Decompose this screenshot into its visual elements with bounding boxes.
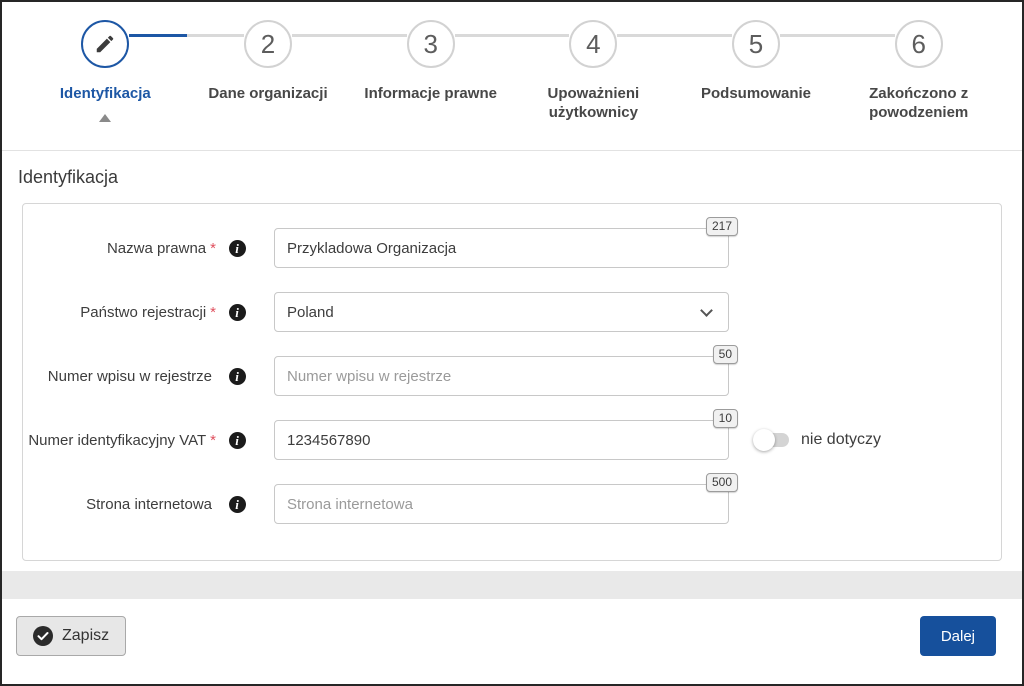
step-label: Zakończono z powodzeniem [869, 85, 969, 121]
step-connector [512, 34, 570, 37]
step-circle-5[interactable]: 5 [732, 20, 781, 68]
step-upowaznieni-uzytkownicy: 4 Upoważnieni użytkownicy [512, 20, 675, 150]
step-label: Podsumowanie [701, 85, 812, 102]
next-button[interactable]: Dalej [919, 616, 996, 656]
panstwo-rejestracji-select[interactable]: Poland [274, 292, 729, 332]
field-label: Państwo rejestracji * [80, 303, 216, 321]
step-podsumowanie: 5 Podsumowanie [674, 20, 838, 150]
info-icon[interactable] [229, 431, 246, 449]
step-number: 5 [748, 28, 764, 59]
step-connector [292, 34, 350, 37]
form-panel: Nazwa prawna* 217 Państwo rejestracji* P… [22, 203, 1002, 561]
step-connector [837, 34, 895, 37]
chevron-down-icon [700, 304, 713, 317]
step-connector [674, 34, 733, 37]
step-label: Informacje prawne [364, 85, 497, 102]
toggle-label: nie dotyczy [801, 431, 882, 448]
char-counter-badge: 10 [712, 409, 738, 428]
form-row-panstwo-rejestracji: Państwo rejestracji* Poland [23, 292, 1001, 332]
strona-internetowa-input[interactable] [274, 484, 729, 524]
info-icon[interactable] [229, 239, 246, 257]
form-row-nazwa-prawna: Nazwa prawna* 217 [23, 217, 1001, 268]
step-connector [617, 34, 675, 37]
wizard-stepper: Identyfikacja 2 Dane organizacji 3 Infor… [2, 2, 1022, 150]
char-counter-badge: 217 [705, 217, 738, 236]
numer-vat-input[interactable] [274, 420, 729, 460]
step-label: Identyfikacja [59, 85, 151, 102]
step-label: Dane organizacji [208, 85, 328, 102]
step-dane-organizacji: 2 Dane organizacji [186, 20, 350, 150]
step-number: 6 [911, 28, 926, 59]
step-connector [186, 34, 245, 37]
stepper-divider [2, 150, 1022, 151]
form-row-strona-internetowa: Strona internetowa 500 [23, 473, 1001, 524]
step-circle-3[interactable]: 3 [406, 20, 455, 68]
info-icon[interactable] [229, 367, 246, 385]
step-circle-2[interactable]: 2 [244, 20, 293, 68]
numer-wpisu-input[interactable] [274, 356, 729, 396]
step-circle-1[interactable] [81, 20, 130, 68]
nie-dotyczy-toggle[interactable]: nie dotyczy [753, 429, 882, 451]
footer-separator-bar [2, 571, 1022, 599]
step-connector [129, 34, 187, 37]
save-button-label: Zapisz [62, 627, 110, 644]
save-button[interactable]: Zapisz [16, 616, 127, 656]
step-circle-4[interactable]: 4 [569, 20, 618, 68]
form-row-numer-wpisu: Numer wpisu w rejestrze 50 [23, 345, 1001, 396]
step-connector [349, 34, 407, 37]
selected-country: Poland [287, 303, 334, 321]
step-identyfikacja: Identyfikacja [24, 20, 187, 150]
step-circle-6[interactable]: 6 [894, 20, 943, 68]
step-number: 2 [260, 28, 276, 59]
registration-wizard-window: Identyfikacja 2 Dane organizacji 3 Infor… [0, 0, 1024, 686]
form-row-numer-vat: Numer identyfikacyjny VAT* 10 nie dotycz… [23, 409, 1001, 460]
toggle-track [753, 429, 789, 451]
step-connector [454, 34, 513, 37]
step-zakonczono: 6 Zakończono z powodzeniem [837, 20, 1000, 150]
step-informacje-prawne: 3 Informacje prawne [349, 20, 513, 150]
info-icon[interactable] [229, 303, 246, 321]
main-content: Identyfikacja Nazwa prawna* 217 Państwo … [2, 167, 1022, 561]
nazwa-prawna-input[interactable] [274, 228, 729, 268]
info-icon[interactable] [229, 495, 246, 513]
pencil-icon [97, 35, 114, 53]
field-label: Strona internetowa [86, 495, 212, 513]
step-label: Upoważnieni użytkownicy [547, 85, 640, 121]
step-connector [780, 34, 838, 37]
section-title: Identyfikacja [18, 167, 119, 187]
field-label: Numer identyfikacyjny VAT * [28, 431, 216, 449]
field-label: Nazwa prawna * [106, 239, 216, 257]
field-label: Numer wpisu w rejestrze [47, 367, 212, 385]
toggle-knob [753, 429, 775, 451]
footer-actions: Zapisz Dalej [2, 599, 1022, 656]
step-number: 3 [423, 28, 438, 59]
check-circle-icon [33, 626, 53, 646]
active-step-marker-icon [99, 114, 112, 122]
char-counter-badge: 500 [705, 473, 738, 492]
step-number: 4 [586, 28, 601, 59]
char-counter-badge: 50 [712, 345, 738, 364]
